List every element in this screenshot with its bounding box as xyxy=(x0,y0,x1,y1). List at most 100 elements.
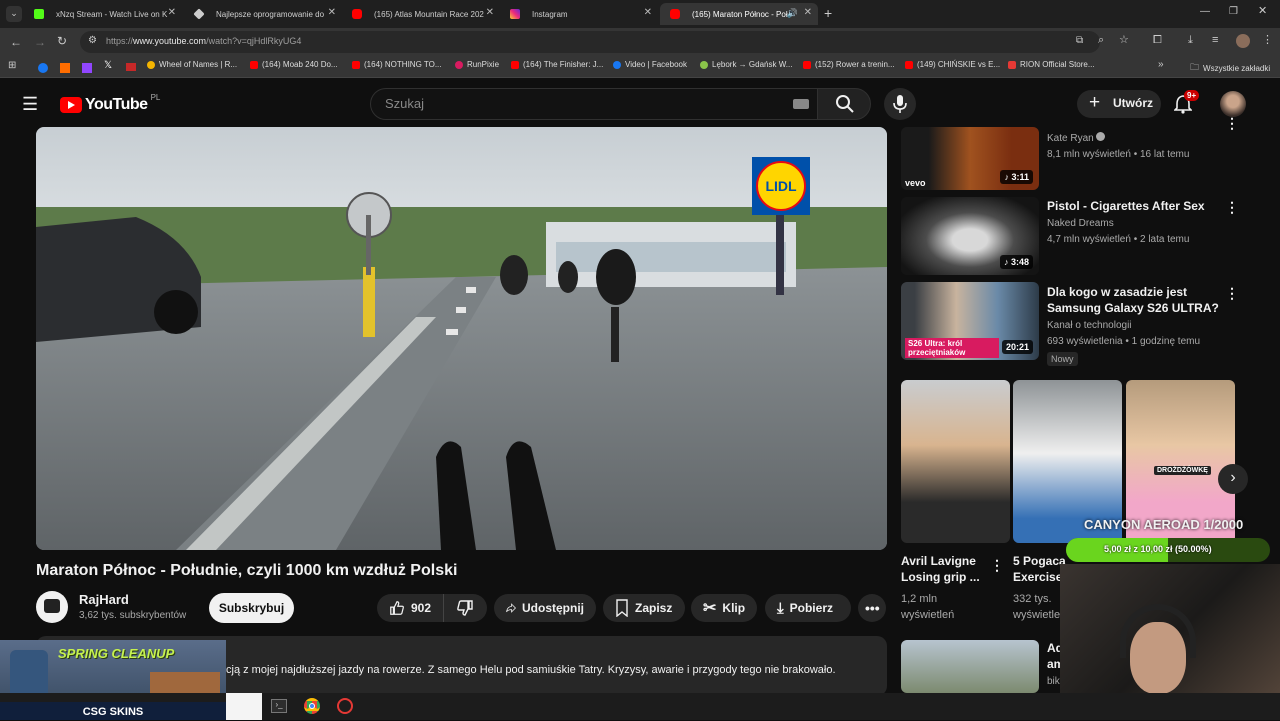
tab-label: (165) Atlas Mountain Race 202 xyxy=(374,9,484,19)
bookmark-rower[interactable]: (152) Rower a trenin... xyxy=(803,60,895,69)
more-vertical-icon[interactable]: ⋮ xyxy=(1225,285,1239,302)
clip-button[interactable]: ✂ Klip xyxy=(691,594,757,622)
recommended-title[interactable]: Dla kogo w zasadzie jest Samsung Galaxy … xyxy=(1047,284,1219,316)
chrome-icon[interactable] xyxy=(304,698,320,714)
short-thumbnail[interactable] xyxy=(901,380,1010,543)
channel-name[interactable]: Kanał o technologii xyxy=(1047,318,1132,334)
speaker-icon[interactable]: 🔊 xyxy=(787,8,798,19)
search-input[interactable]: Szukaj xyxy=(370,88,818,120)
title-line: Avril Lavigne xyxy=(901,554,976,568)
facebook-icon[interactable] xyxy=(38,63,48,73)
download-button[interactable]: ⤓ Pobierz xyxy=(765,594,851,622)
more-vertical-icon[interactable]: ⋮ xyxy=(1225,199,1239,216)
spring-cleanup-text: SPRING CLEANUP xyxy=(58,646,175,661)
all-bookmarks[interactable]: 🗀 Wszystkie zakładki xyxy=(1190,60,1270,76)
like-button[interactable]: 902 xyxy=(377,594,443,622)
bookmarks-bar: ⊞ 𝕏 Wheel of Names | R... (164) Moab 240… xyxy=(0,56,1280,78)
csg-skins-banner: CSG SKINS xyxy=(0,702,226,720)
tab-maraton[interactable]: (165) Maraton Północ - Poł 🔊 ✕ xyxy=(660,3,818,25)
bookmark-wheel[interactable]: Wheel of Names | R... xyxy=(147,60,237,69)
save-button[interactable]: Zapisz xyxy=(603,594,685,622)
url-field[interactable]: ⚙ https://www.youtube.com/watch?v=qjHdlR… xyxy=(80,31,1100,53)
tab-kick[interactable]: xNzq Stream - Watch Live on K ✕ xyxy=(24,3,182,25)
video-player[interactable]: LIDL xyxy=(36,127,887,550)
bookmark-moab[interactable]: (164) Moab 240 Do... xyxy=(250,60,338,69)
shorts-next-button[interactable]: › xyxy=(1218,464,1248,494)
recommended-thumbnail[interactable]: S26 Ultra: król przeciętniaków 20:21 xyxy=(901,282,1039,360)
more-vertical-icon[interactable]: ⋮ xyxy=(990,557,1004,574)
bookmark-red-icon[interactable] xyxy=(126,63,136,71)
reload-icon[interactable]: ↻ xyxy=(57,35,67,47)
recommended-thumbnail[interactable]: vevo ♪ 3:11 xyxy=(901,127,1039,190)
hamburger-menu-icon[interactable]: ☰ xyxy=(22,95,38,113)
bookmark-runpixie[interactable]: RunPixie xyxy=(455,60,499,69)
dislike-button[interactable] xyxy=(443,594,487,622)
bookmark-rion[interactable]: RION Official Store... xyxy=(1008,60,1095,69)
search-button[interactable] xyxy=(817,88,871,120)
download-icon[interactable]: ⤓ xyxy=(1188,35,1193,46)
maximize-icon[interactable]: ❐ xyxy=(1229,7,1238,17)
close-icon[interactable]: ✕ xyxy=(644,7,652,18)
short-title[interactable]: Avril Lavigne Losing grip ... xyxy=(901,553,980,585)
tab-search-icon[interactable]: ⌄ xyxy=(6,6,22,22)
create-button[interactable]: + Utwórz xyxy=(1077,90,1161,118)
close-icon[interactable]: ✕ xyxy=(486,7,494,18)
share-button[interactable]: Udostępnij xyxy=(494,594,596,622)
site-info-icon[interactable]: ⚙ xyxy=(88,35,97,46)
more-actions-button[interactable]: ••• xyxy=(858,594,886,622)
channel-name[interactable]: RajHard xyxy=(79,592,129,607)
voice-search-button[interactable] xyxy=(884,88,916,120)
more-bookmarks-icon[interactable]: » xyxy=(1158,60,1164,70)
channel-avatar[interactable] xyxy=(36,591,68,623)
avatar[interactable] xyxy=(1220,91,1246,117)
more-vertical-icon[interactable]: ⋮ xyxy=(1225,115,1239,132)
recommended-title[interactable]: Pistol - Cigarettes After Sex xyxy=(1047,198,1205,214)
bookmark-label: RION Official Store... xyxy=(1020,60,1095,69)
apps-grid-icon[interactable]: ⊞ xyxy=(8,61,16,71)
keyboard-icon[interactable] xyxy=(793,99,809,109)
extensions-icon[interactable]: ⧠ xyxy=(1153,35,1162,46)
bookmark-facebook-video[interactable]: Video | Facebook xyxy=(613,60,687,69)
terminal-icon[interactable]: ›_ xyxy=(271,699,287,713)
close-icon[interactable]: ✕ xyxy=(804,7,812,18)
profile-icon[interactable] xyxy=(1236,34,1250,48)
notifications-button[interactable]: 9+ xyxy=(1173,90,1200,114)
twitch-icon[interactable] xyxy=(82,63,92,73)
media-icon[interactable]: ≡ xyxy=(1212,35,1218,46)
tab-instagram[interactable]: Instagram ✕ xyxy=(500,3,658,25)
tab-software[interactable]: Najlepsze oprogramowanie do ✕ xyxy=(184,3,342,25)
new-tab-icon[interactable]: + xyxy=(824,6,832,20)
menu-icon[interactable]: ⋮ xyxy=(1262,35,1273,46)
x-icon[interactable]: 𝕏 xyxy=(104,60,112,71)
bookmark-icon xyxy=(616,599,628,617)
back-icon[interactable]: ← xyxy=(10,36,22,48)
channel-name[interactable]: Naked Dreams xyxy=(1047,216,1114,232)
microphone-icon xyxy=(893,95,907,113)
recommended-thumbnail[interactable]: ♪ 3:48 xyxy=(901,197,1039,275)
close-icon[interactable]: ✕ xyxy=(168,7,176,18)
all-bookmarks-label: Wszystkie zakładki xyxy=(1203,63,1271,73)
bookmark-finisher[interactable]: (164) The Finisher: J... xyxy=(511,60,603,69)
recommended-thumbnail[interactable] xyxy=(901,640,1039,693)
zoom-icon[interactable]: ⌕ xyxy=(1098,35,1104,46)
bookmark-chinskie[interactable]: (149) CHIŃSKIE vs E... xyxy=(905,60,1000,69)
runpixie-icon xyxy=(455,60,463,69)
tab-atlas[interactable]: (165) Atlas Mountain Race 202 ✕ xyxy=(342,3,500,25)
forward-icon[interactable]: → xyxy=(34,36,46,48)
title-line: Losing grip ... xyxy=(901,570,980,584)
window-close-icon[interactable]: ✕ xyxy=(1258,6,1267,17)
bookmark-orange-icon[interactable] xyxy=(60,63,70,73)
bookmark-nothing[interactable]: (164) NOTHING TO... xyxy=(352,60,442,69)
taskbar-app-icon[interactable] xyxy=(337,698,353,714)
minimize-icon[interactable]: — xyxy=(1200,7,1210,17)
instagram-icon xyxy=(510,9,520,19)
bookmark-lebork[interactable]: Lębork → Gdańsk W... xyxy=(700,60,792,69)
short-title[interactable]: 5 Pogaca Exercise xyxy=(1013,553,1066,585)
close-icon[interactable]: ✕ xyxy=(328,7,336,18)
youtube-logo[interactable]: YouTube PL xyxy=(60,93,160,115)
cast-icon[interactable]: ⧉ xyxy=(1076,36,1083,46)
channel-name[interactable]: Kate Ryan xyxy=(1047,131,1106,147)
subscribe-button[interactable]: Subskrybuj xyxy=(209,593,294,623)
bookmark-star-icon[interactable]: ☆ xyxy=(1119,35,1129,46)
taskbar-search-icon[interactable] xyxy=(226,693,262,720)
